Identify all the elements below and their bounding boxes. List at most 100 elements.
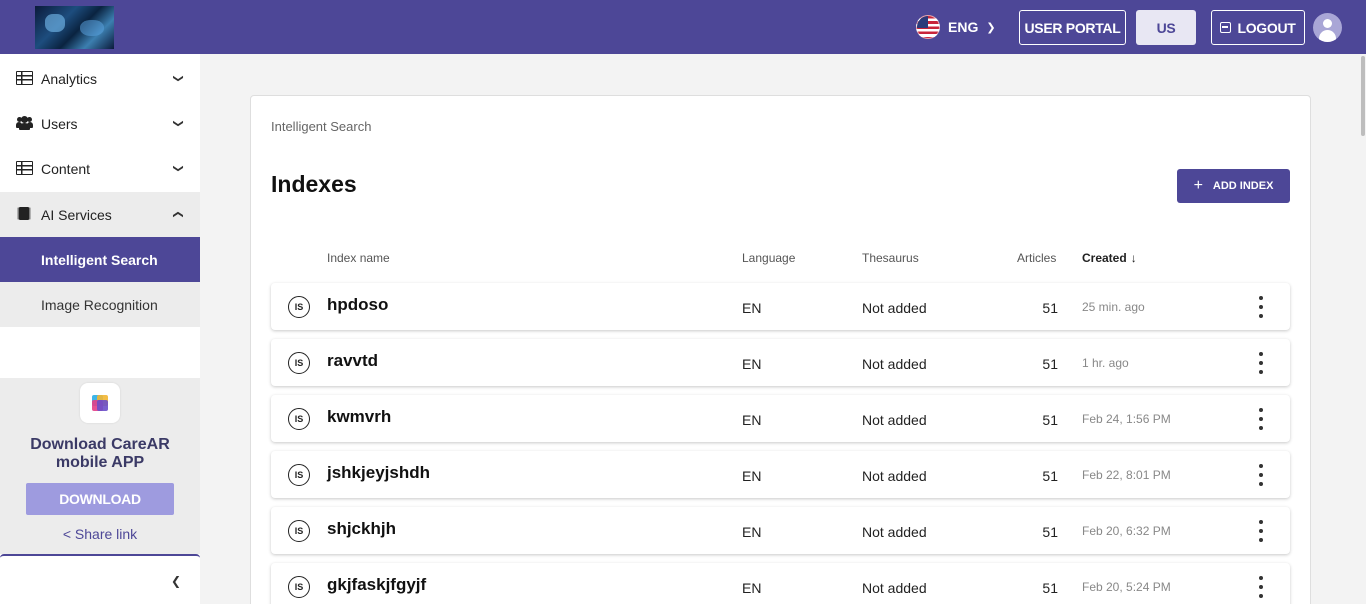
index-thesaurus: Not added (862, 356, 927, 372)
sidebar-item-users[interactable]: Users ❯ (0, 101, 200, 146)
more-options-icon[interactable] (1255, 408, 1267, 430)
index-name[interactable]: gkjfaskjfgyjf (327, 575, 426, 595)
index-thesaurus: Not added (862, 412, 927, 428)
index-created: Feb 20, 5:24 PM (1082, 580, 1171, 594)
index-created: Feb 20, 6:32 PM (1082, 524, 1171, 538)
index-language: EN (742, 524, 762, 540)
table-row[interactable]: IS jshkjeyjshdh EN Not added 51 Feb 22, 8:01 … (271, 451, 1290, 498)
logout-icon (1220, 22, 1232, 33)
table-row[interactable]: IS kwmvrh EN Not added 51 Feb 24, 1:56 PM (271, 395, 1290, 442)
index-created: 25 min. ago (1082, 300, 1145, 314)
index-name[interactable]: shjckhjh (327, 519, 396, 539)
column-header-articles[interactable]: Articles (1017, 251, 1056, 265)
index-thesaurus: Not added (862, 580, 927, 596)
carear-app-icon (80, 383, 120, 423)
users-icon (16, 116, 33, 130)
sidebar-collapse-bar[interactable]: ❮ (0, 554, 200, 604)
more-options-icon[interactable] (1255, 520, 1267, 542)
index-language: EN (742, 580, 762, 596)
index-name[interactable]: jshkjeyjshdh (327, 463, 430, 483)
index-name[interactable]: ravvtd (327, 351, 378, 371)
sidebar-item-analytics[interactable]: Analytics ❯ (0, 56, 200, 101)
sidebar-item-label: AI Services (41, 206, 112, 223)
more-options-icon[interactable] (1255, 576, 1267, 598)
index-created: Feb 22, 8:01 PM (1082, 468, 1171, 482)
index-articles: 51 (1042, 300, 1058, 316)
chevron-down-icon: ❯ (172, 74, 184, 83)
chevron-down-icon: ❯ (172, 119, 184, 128)
chip-icon (19, 207, 29, 220)
add-index-label: ADD INDEX (1212, 180, 1274, 192)
index-thesaurus: Not added (862, 524, 927, 540)
sidebar-item-label: Image Recognition (41, 296, 158, 313)
table-row[interactable]: IS hpdoso EN Not added 51 25 min. ago (271, 283, 1290, 330)
more-options-icon[interactable] (1255, 296, 1267, 318)
user-portal-button[interactable]: USER PORTAL (1019, 10, 1126, 45)
index-articles: 51 (1042, 524, 1058, 540)
index-thesaurus: Not added (862, 300, 927, 316)
sidebar-item-ai-services[interactable]: AI Services ❯ (0, 192, 200, 237)
column-header-language[interactable]: Language (742, 251, 795, 265)
logout-label: LOGOUT (1237, 19, 1296, 36)
index-badge: IS (288, 296, 310, 318)
avatar[interactable] (1313, 13, 1342, 42)
table-row[interactable]: IS ravvtd EN Not added 51 1 hr. ago (271, 339, 1290, 386)
index-language: EN (742, 356, 762, 372)
index-language: EN (742, 468, 762, 484)
chevron-down-icon: ❯ (986, 21, 996, 34)
us-flag-icon (916, 15, 940, 39)
index-created: 1 hr. ago (1082, 356, 1129, 370)
sidebar-item-content[interactable]: Content ❯ (0, 146, 200, 191)
index-articles: 51 (1042, 412, 1058, 428)
logout-button[interactable]: LOGOUT (1211, 10, 1305, 45)
index-badge: IS (288, 408, 310, 430)
column-header-created[interactable]: Created ↓ (1082, 251, 1137, 265)
column-header-label: Created (1082, 251, 1127, 265)
column-header-index-name[interactable]: Index name (327, 251, 390, 265)
index-language: EN (742, 300, 762, 316)
index-badge: IS (288, 352, 310, 374)
more-options-icon[interactable] (1255, 464, 1267, 486)
index-badge: IS (288, 576, 310, 598)
table-icon (16, 71, 33, 85)
chevron-down-icon: ❯ (172, 164, 184, 173)
sidebar-item-image-recognition[interactable]: Image Recognition (0, 282, 200, 327)
index-badge: IS (288, 464, 310, 486)
index-articles: 51 (1042, 356, 1058, 372)
index-name[interactable]: kwmvrh (327, 407, 391, 427)
sidebar-item-label: Intelligent Search (41, 251, 158, 268)
language-label: ENG (948, 19, 979, 35)
breadcrumb[interactable]: Intelligent Search (271, 119, 371, 134)
index-badge: IS (288, 520, 310, 542)
page-title: Indexes (271, 171, 357, 197)
index-articles: 51 (1042, 580, 1058, 596)
share-link[interactable]: < Share link (0, 526, 200, 542)
share-link-label: Share link (74, 526, 138, 542)
region-button[interactable]: US (1136, 10, 1196, 45)
more-options-icon[interactable] (1255, 352, 1267, 374)
language-selector[interactable]: ENG ❯ (916, 14, 996, 40)
index-created: Feb 24, 1:56 PM (1082, 412, 1171, 426)
index-thesaurus: Not added (862, 468, 927, 484)
sidebar-item-label: Content (41, 160, 91, 177)
sidebar-item-label: Users (41, 115, 78, 132)
table-row[interactable]: IS shjckhjh EN Not added 51 Feb 20, 6:32 PM (271, 507, 1290, 554)
sidebar-item-label: Analytics (41, 70, 98, 87)
company-logo[interactable] (35, 6, 114, 49)
column-header-thesaurus[interactable]: Thesaurus (862, 251, 919, 265)
index-name[interactable]: hpdoso (327, 295, 388, 315)
indexes-card: Intelligent Search Indexes + ADD INDEX I… (250, 95, 1311, 604)
plus-icon: + (1193, 177, 1203, 194)
add-index-button[interactable]: + ADD INDEX (1177, 169, 1290, 203)
table-row[interactable]: IS gkjfaskjfgyjf EN Not added 51 Feb 20, 5:24… (271, 563, 1290, 604)
page-scrollbar[interactable] (1360, 54, 1366, 604)
sidebar-item-intelligent-search[interactable]: Intelligent Search (0, 237, 200, 282)
index-articles: 51 (1042, 468, 1058, 484)
index-language: EN (742, 412, 762, 428)
chevron-left-icon[interactable]: ❮ (171, 574, 181, 588)
download-button[interactable]: DOWNLOAD (26, 483, 174, 515)
promo-title: Download CareAR mobile APP (30, 436, 170, 471)
share-icon: < (62, 526, 72, 542)
table-icon (16, 161, 33, 175)
app-download-promo: Download CareAR mobile APP DOWNLOAD < Sh… (0, 378, 200, 554)
